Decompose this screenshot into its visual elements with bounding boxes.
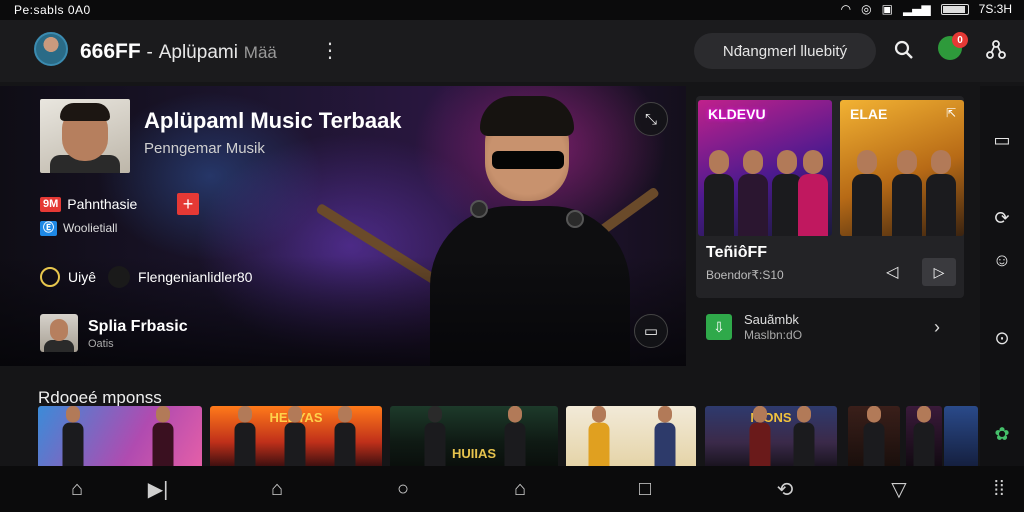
hero-title: Aplüpaml Music Terbaak — [144, 108, 402, 133]
album-card-1[interactable]: KLDEVU — [698, 100, 832, 236]
wifi-icon: ◠ — [840, 2, 852, 16]
home-outline-icon[interactable]: ⌂ — [505, 476, 535, 502]
vibrate-icon: ▣ — [881, 2, 893, 16]
hero-thumbnail[interactable] — [40, 99, 130, 173]
shelf-tile-title: NIONS — [750, 410, 792, 425]
shelf-tile[interactable]: HEDYAS — [210, 406, 382, 466]
record-icon[interactable]: ⊙ — [988, 324, 1016, 352]
shelf-tile[interactable] — [566, 406, 696, 466]
hero-tag-badge: 9M — [40, 196, 62, 212]
featured-panel: KLDEVU ELAE ⇱ TeñiôFF Boendor₹:S10 ◁ ▷ — [696, 96, 964, 298]
notification-badge: 0 — [952, 32, 968, 48]
add-icon[interactable]: + — [177, 193, 199, 215]
avatar[interactable] — [34, 32, 68, 66]
shelf-tile[interactable] — [38, 406, 202, 466]
album-card-2[interactable]: ELAE ⇱ — [840, 100, 964, 236]
app-bar: 666FF - Aplüpami Mää ⋮ Nđangmerl lluebit… — [0, 20, 1024, 82]
home-alt-icon[interactable]: ⌂ — [62, 476, 92, 502]
side-rail: ▭ ⟳ ☺ ⊙ ✿ — [980, 86, 1024, 466]
hero-meta-text: Flengenianlidler80 — [138, 269, 253, 285]
rotate-icon[interactable]: ⟲ — [770, 476, 800, 502]
share-nodes-icon[interactable] — [982, 36, 1010, 64]
home-icon[interactable]: ⌂ — [262, 476, 292, 502]
page-title: 666FF - Aplüpami Mää — [80, 40, 277, 64]
shelf-tile[interactable]: HUIIAS — [390, 406, 558, 466]
skip-next-icon[interactable]: ▶| — [143, 476, 173, 502]
microphone-graphic — [470, 200, 488, 218]
cast-icon[interactable]: ▭ — [634, 314, 668, 348]
hero-meta-row: Uiyê Flengenianlidler80 — [40, 266, 253, 288]
album-card-title: ELAE — [850, 106, 888, 122]
app-suffix-label: Mää — [243, 43, 277, 62]
send-icon[interactable]: ▽ — [884, 476, 914, 502]
more-options-icon[interactable]: ⋮ — [320, 38, 340, 63]
battery-icon — [940, 3, 969, 15]
hero-tag-text: Pahnthasie — [67, 196, 138, 212]
shelf-tile-title: HUIIAS — [451, 446, 497, 461]
search-icon[interactable] — [890, 36, 918, 64]
circle-home-icon[interactable]: ○ — [388, 476, 418, 502]
previous-icon[interactable]: ◁ — [886, 262, 898, 282]
notification-icon[interactable]: 0 — [938, 32, 968, 60]
signal-icon: ▂▄▆ — [902, 2, 931, 16]
artist-mini-icon — [108, 266, 131, 288]
chevron-right-icon[interactable]: › — [934, 317, 940, 338]
album-card-title: KLDEVU — [708, 106, 766, 122]
brand-label: 666FF — [80, 40, 141, 63]
hero-tag-row-2: Ⓔ Woolietiall — [40, 220, 117, 236]
microphone-graphic — [566, 210, 584, 228]
artist-name: Splia Frbasic — [88, 318, 188, 335]
hero-meta-label: Uiyê — [68, 269, 97, 285]
search-chip[interactable]: Nđangmerl lluebitý — [694, 33, 876, 69]
shelf-tile[interactable] — [944, 406, 978, 466]
face-icon[interactable]: ☺ — [988, 246, 1016, 274]
status-bar: Pe:sabls 0A0 ◠ ◎ ▣ ▂▄▆ 7S:3H — [0, 0, 1024, 20]
shelf-title: Rdooeé mponss — [38, 388, 162, 407]
window-icon[interactable]: ▭ — [988, 126, 1016, 154]
hero-tag-row-1: 9M Pahnthasie — [40, 196, 137, 212]
recents-icon[interactable]: □ — [630, 476, 660, 502]
meta-icon — [40, 267, 60, 287]
shelf-tile[interactable] — [848, 406, 900, 466]
hero-tag-text: Woolietiall — [63, 221, 118, 235]
expand-icon[interactable]: ⇱ — [946, 106, 956, 120]
alarm-icon: ◎ — [861, 2, 872, 16]
refresh-icon[interactable]: ⟳ — [988, 204, 1016, 232]
title-separator: - — [146, 42, 153, 63]
bottom-nav: ⌂ ▶| ⌂ ○ ⌂ □ ⟲ ▽ ⁞⁞ — [0, 466, 1024, 512]
grid-icon[interactable]: ⁞⁞ — [984, 476, 1014, 502]
status-left-text: Pe:sabls 0A0 — [14, 3, 91, 17]
artist-sub: Oatis — [88, 338, 114, 350]
hero-banner[interactable]: Aplüpaml Music Terbaak Penngemar Musik 9… — [0, 86, 686, 366]
hero-tag-badge: Ⓔ — [40, 220, 57, 236]
hero-subtitle: Penngemar Musik — [144, 140, 265, 157]
download-title: Sauãmbk — [744, 312, 799, 327]
download-icon[interactable]: ⇩ — [706, 314, 732, 340]
panel-subtitle: Boendor₹:S10 — [706, 268, 784, 282]
apps-icon[interactable]: ✿ — [988, 420, 1016, 448]
download-subtitle: Maslbn:dO — [744, 328, 803, 342]
app-name-label: Aplüpami — [158, 42, 238, 63]
shelf-tile[interactable]: NIONS — [705, 406, 837, 466]
artist-avatar[interactable] — [40, 314, 78, 352]
shelf-tile[interactable] — [906, 406, 942, 466]
next-button[interactable]: ▷ — [922, 258, 956, 286]
status-time: 7S:3H — [978, 2, 1012, 16]
panel-title: TeñiôFF — [706, 244, 768, 261]
collapse-icon[interactable]: ⤡ — [634, 102, 668, 136]
